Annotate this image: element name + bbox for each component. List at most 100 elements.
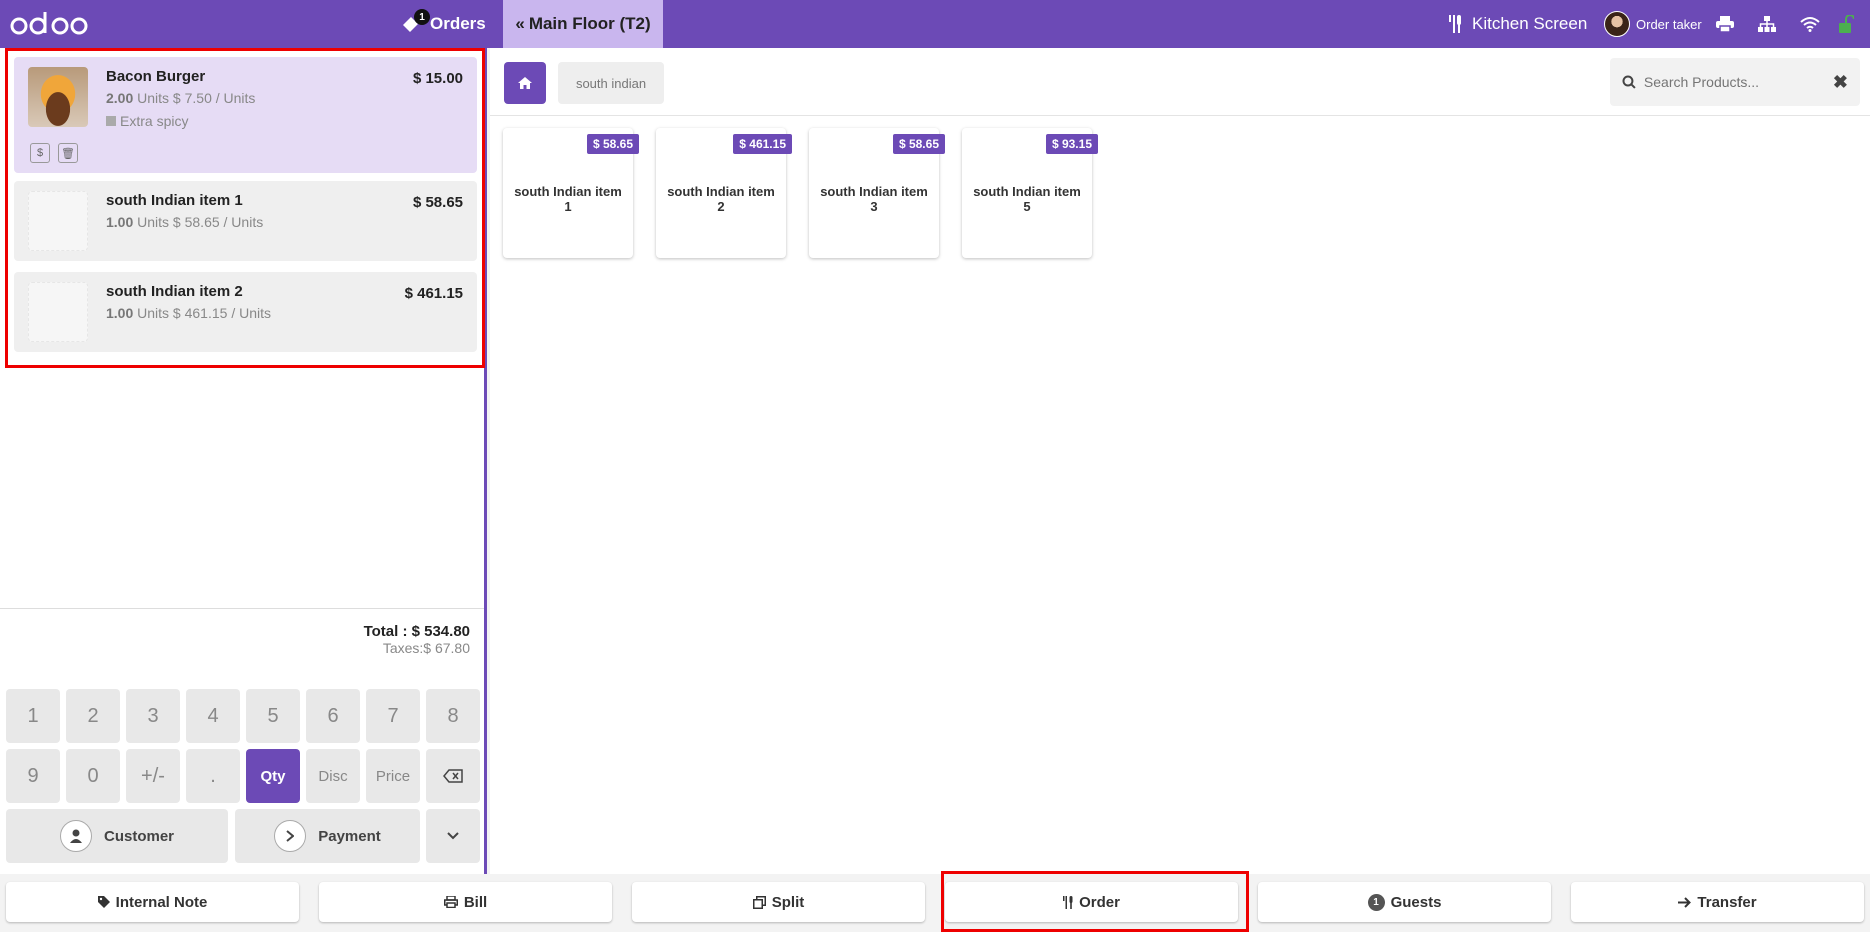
top-navbar: 1 Orders « Main Floor (T2) Kitchen Scree… (0, 0, 1870, 48)
orderline-name: south Indian item 1 (106, 192, 243, 209)
numpad-key-0[interactable]: 0 (66, 749, 120, 803)
bacon-burger-image (28, 67, 88, 127)
numpad-key-2[interactable]: 2 (66, 689, 120, 743)
numpad-key-4[interactable]: 4 (186, 689, 240, 743)
product-name: south Indian item 5 (973, 184, 1081, 214)
bill-button[interactable]: Bill (319, 882, 612, 922)
bill-label: Bill (463, 893, 488, 911)
double-chevron-left-icon: « (515, 14, 525, 33)
home-button[interactable] (504, 62, 546, 104)
numpad-key-6[interactable]: 6 (306, 689, 360, 743)
product-name: south Indian item 2 (667, 184, 775, 214)
numpad-key-plus-minus[interactable]: +/- (126, 749, 180, 803)
orderline-price: $ 461.15 (404, 285, 463, 302)
orderline-unit-price: Units $ 58.65 / Units (137, 214, 264, 230)
orderline-qty: 1.00 (106, 214, 134, 230)
numpad-key-decimal[interactable]: . (186, 749, 240, 803)
order-panel: Bacon Burger $ 15.00 2.00 Units $ 7.50 /… (0, 48, 487, 874)
product-screen: south indian ✖ $ 58.65 south Indian item… (490, 48, 1870, 874)
product-placeholder-image (28, 282, 88, 342)
chevron-right-icon (274, 820, 307, 852)
avatar (1604, 11, 1630, 37)
product-name: south Indian item 1 (514, 184, 622, 214)
floor-table-button[interactable]: « Main Floor (T2) (503, 0, 663, 48)
copy-icon (752, 895, 766, 909)
payment-label: Payment (318, 827, 381, 845)
split-label: Split (771, 893, 805, 911)
orderline-name: Bacon Burger (106, 68, 206, 85)
orderline-name: south Indian item 2 (106, 283, 243, 300)
product-price-tag: $ 461.15 (733, 134, 792, 154)
orderline-quantity-info: 1.00 Units $ 58.65 / Units (106, 214, 263, 230)
floor-table-label: Main Floor (T2) (528, 14, 651, 33)
orders-count-badge: 1 (414, 9, 430, 25)
kitchen-screen-button[interactable]: Kitchen Screen (1448, 0, 1587, 48)
orders-button[interactable]: 1 Orders (400, 0, 486, 48)
sitemap-icon[interactable] (1758, 0, 1776, 48)
transfer-button[interactable]: Transfer (1571, 882, 1864, 922)
internal-note-label: Internal Note (115, 893, 208, 911)
category-south-indian[interactable]: south indian (558, 62, 664, 104)
product-name: south Indian item 3 (820, 184, 928, 214)
backspace-icon[interactable] (426, 749, 480, 803)
orderline-price: $ 58.65 (412, 194, 463, 211)
orderline-bacon-burger[interactable]: Bacon Burger $ 15.00 2.00 Units $ 7.50 /… (14, 57, 477, 173)
guests-button[interactable]: 1 Guests (1258, 882, 1551, 922)
numpad-key-5[interactable]: 5 (246, 689, 300, 743)
control-buttons-bar: Internal Note Bill Split Order 1 Guests … (0, 874, 1870, 932)
numpad-mode-price[interactable]: Price (366, 749, 420, 803)
orderline-note-text: Extra spicy (120, 113, 189, 129)
product-card[interactable]: $ 58.65 south Indian item 1 (503, 128, 639, 258)
product-card[interactable]: $ 58.65 south Indian item 3 (809, 128, 945, 258)
customer-label: Customer (103, 827, 174, 845)
arrow-right-icon (1678, 896, 1692, 908)
guests-count: 1 (1367, 893, 1385, 911)
dollar-icon[interactable]: $ (30, 143, 50, 163)
internal-note-button[interactable]: Internal Note (6, 882, 299, 922)
note-icon (106, 116, 116, 126)
numpad-key-7[interactable]: 7 (366, 689, 420, 743)
close-icon[interactable]: ✖ (1833, 72, 1848, 93)
orderline-south-indian-item-2[interactable]: south Indian item 2 $ 461.15 1.00 Units … (14, 272, 477, 352)
numpad-key-1[interactable]: 1 (6, 689, 60, 743)
cutlery-icon (1449, 15, 1461, 33)
user-icon (59, 820, 92, 852)
search-input[interactable] (1643, 74, 1825, 90)
numpad-key-3[interactable]: 3 (126, 689, 180, 743)
orderline-quantity-info: 2.00 Units $ 7.50 / Units (106, 90, 255, 106)
search-bar: ✖ (1610, 58, 1860, 106)
user-menu[interactable]: Order taker (1604, 0, 1702, 48)
numpad-key-9[interactable]: 9 (6, 749, 60, 803)
home-icon (518, 77, 532, 89)
total-amount: Total : $ 534.80 (363, 623, 470, 640)
customer-button[interactable]: Customer (6, 809, 228, 863)
product-card[interactable]: $ 461.15 south Indian item 2 (656, 128, 792, 258)
user-name: Order taker (1636, 16, 1702, 32)
orderline-price: $ 15.00 (412, 70, 463, 87)
tag-icon (97, 896, 110, 908)
product-card[interactable]: $ 93.15 south Indian item 5 (962, 128, 1098, 258)
transfer-label: Transfer (1697, 893, 1757, 911)
orderline-quantity-info: 1.00 Units $ 461.15 / Units (106, 305, 271, 321)
wifi-icon[interactable] (1800, 0, 1820, 48)
more-actions-button[interactable] (426, 809, 480, 863)
split-button[interactable]: Split (632, 882, 925, 922)
search-icon (1622, 75, 1636, 89)
product-price-tag: $ 93.15 (1045, 134, 1098, 154)
printer-icon[interactable] (1716, 0, 1734, 48)
odoo-logo (10, 12, 88, 35)
numpad-mode-qty[interactable]: Qty (246, 749, 300, 803)
trash-icon[interactable]: 🗑 (58, 143, 78, 163)
numpad-mode-disc[interactable]: Disc (306, 749, 360, 803)
product-header: south indian ✖ (490, 48, 1870, 116)
orderline-south-indian-item-1[interactable]: south Indian item 1 $ 58.65 1.00 Units $… (14, 181, 477, 261)
printer-icon (443, 896, 458, 908)
taxes-amount: Taxes:$ 67.80 (382, 640, 470, 656)
payment-button[interactable]: Payment (235, 809, 420, 863)
numpad-key-8[interactable]: 8 (426, 689, 480, 743)
product-price-tag: $ 58.65 (892, 134, 945, 154)
guests-label: Guests (1390, 893, 1442, 911)
orderline-qty: 2.00 (106, 90, 134, 106)
orderline-unit-price: Units $ 7.50 / Units (137, 90, 256, 106)
unlock-icon[interactable] (1838, 0, 1854, 48)
